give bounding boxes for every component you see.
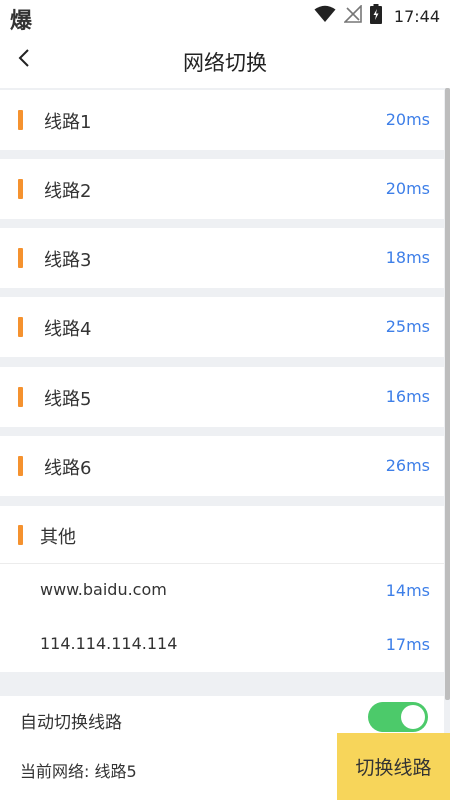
- status-icons: 17:44: [314, 4, 440, 28]
- other-item-baidu[interactable]: www.baidu.com 14ms: [0, 564, 444, 618]
- line-label: 线路6: [44, 458, 92, 479]
- page-title: 网络切换: [183, 51, 267, 75]
- auto-switch-label: 自动切换线路: [20, 713, 122, 733]
- status-bar: 爆 17:44: [0, 0, 450, 34]
- accent-bar: [18, 110, 23, 130]
- line-label: 线路4: [44, 319, 92, 340]
- auto-switch-row: 自动切换线路: [0, 696, 444, 733]
- wifi-icon: [314, 5, 336, 27]
- other-section: 其他 www.baidu.com 14ms 114.114.114.114 17…: [0, 506, 444, 672]
- latency-value: 18ms: [385, 248, 430, 267]
- accent-bar: [18, 525, 23, 545]
- other-title: 其他: [40, 527, 76, 548]
- other-header: 其他: [0, 506, 444, 564]
- scrollbar[interactable]: [445, 88, 450, 700]
- line-item-1[interactable]: 线路1 20ms: [0, 90, 444, 150]
- line-item-6[interactable]: 线路6 26ms: [0, 436, 444, 496]
- bottom-bar: 当前网络: 线路5 切换线路: [0, 733, 450, 800]
- line-item-5[interactable]: 线路5 16ms: [0, 367, 444, 427]
- latency-value: 20ms: [385, 179, 430, 198]
- latency-value: 14ms: [385, 581, 430, 600]
- line-label: 线路2: [44, 181, 92, 202]
- battery-icon: [369, 4, 382, 28]
- line-label: 线路5: [44, 389, 92, 410]
- current-network-label: 当前网络: 线路5: [20, 762, 137, 781]
- other-item-name: www.baidu.com: [40, 580, 167, 599]
- latency-value: 25ms: [385, 317, 430, 336]
- switch-line-button[interactable]: 切换线路: [337, 733, 450, 800]
- latency-value: 17ms: [385, 635, 430, 654]
- line-label: 线路1: [44, 112, 92, 133]
- latency-value: 26ms: [385, 456, 430, 475]
- other-item-dns[interactable]: 114.114.114.114 17ms: [0, 618, 444, 672]
- accent-bar: [18, 248, 23, 268]
- app-notification-icon: 爆: [10, 9, 33, 34]
- line-item-2[interactable]: 线路2 20ms: [0, 159, 444, 219]
- status-time: 17:44: [393, 6, 440, 26]
- accent-bar: [18, 179, 23, 199]
- accent-bar: [18, 387, 23, 407]
- other-item-name: 114.114.114.114: [40, 634, 178, 653]
- line-list[interactable]: 线路1 20ms 线路2 20ms 线路3 18ms 线路4 25ms 线路5 …: [0, 88, 450, 733]
- app-bar: 网络切换: [0, 32, 450, 88]
- line-label: 线路3: [44, 250, 92, 271]
- latency-value: 16ms: [385, 387, 430, 406]
- auto-switch-toggle[interactable]: [368, 702, 428, 732]
- line-item-3[interactable]: 线路3 18ms: [0, 228, 444, 288]
- latency-value: 20ms: [385, 110, 430, 129]
- accent-bar: [18, 456, 23, 476]
- signal-icon: [342, 4, 362, 27]
- toggle-knob: [401, 705, 425, 729]
- line-item-4[interactable]: 线路4 25ms: [0, 297, 444, 357]
- accent-bar: [18, 317, 23, 337]
